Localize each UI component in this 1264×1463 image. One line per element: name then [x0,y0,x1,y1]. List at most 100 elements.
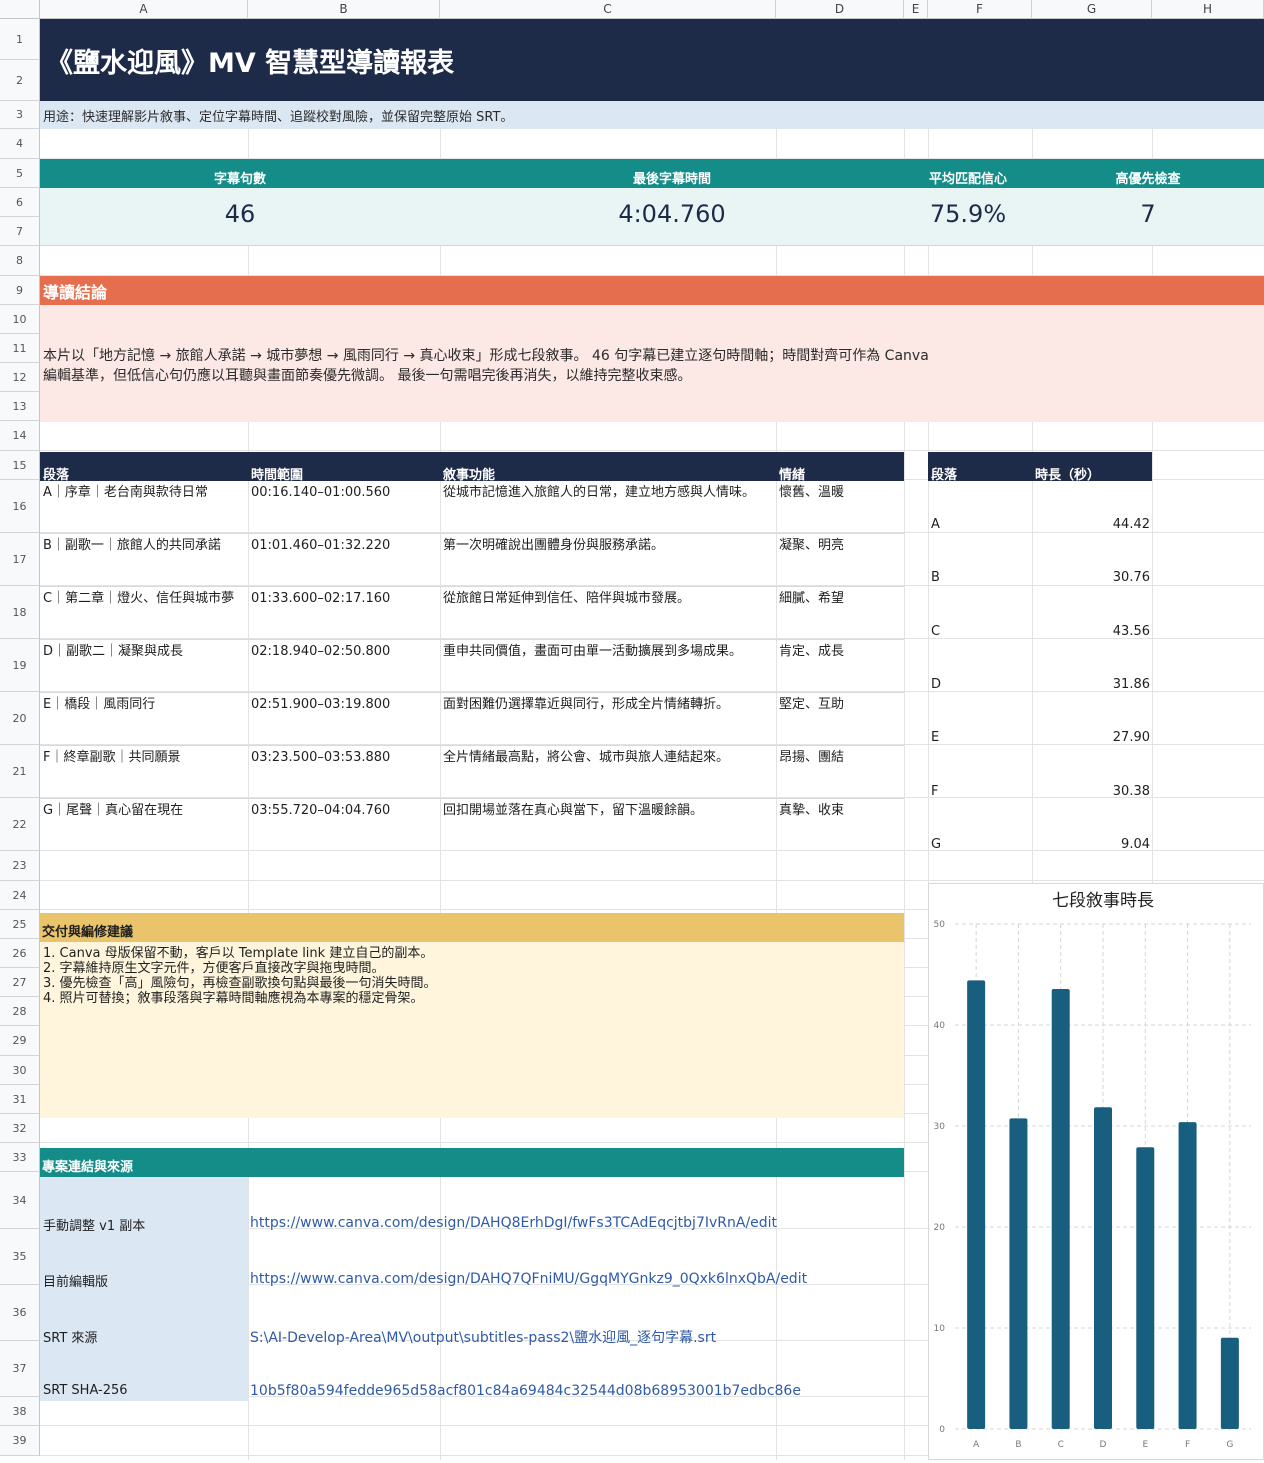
segment-name-cell: G｜尾聲｜真心留在現在 [43,803,184,818]
column-header-g[interactable]: G [1032,0,1152,19]
duration-bar-chart[interactable]: 七段敘事時長 0 10 20 30 40 50 A B C D E F G [928,883,1264,1460]
column-header-f[interactable]: F [928,0,1032,19]
duration-seconds-cell: 43.56 [1112,624,1150,639]
duration-segment-cell: G [931,837,942,852]
column-header-a[interactable]: A [40,0,248,19]
table-row-divider [40,533,904,534]
header-function: 敘事功能 [443,468,496,483]
chart-x-tick-label: F [1185,1440,1190,1450]
delivery-item: 1. Canva 母版保留不動，客戶以 Template link 建立自己的副… [43,946,434,961]
link-manual-copy-url[interactable]: https://www.canva.com/design/DAHQ8ErhDgI… [250,1215,777,1231]
table-row-divider [40,586,904,587]
row-header-25[interactable]: 25 [0,910,40,939]
segment-time-range-cell: 01:33.600–02:17.160 [251,591,391,606]
row-header-19[interactable]: 19 [0,639,40,692]
segment-name-cell: B｜副歌一｜旅館人的共同承諾 [43,538,221,553]
segment-mood-cell: 真摯、收束 [779,803,845,818]
row-header-12[interactable]: 12 [0,363,40,392]
row-header-31[interactable]: 31 [0,1085,40,1114]
row-header-21[interactable]: 21 [0,745,40,798]
select-all-corner[interactable] [0,0,40,19]
row-header-15[interactable]: 15 [0,451,40,480]
chart-bar-e[interactable] [1136,1147,1155,1429]
row-header-5[interactable]: 5 [0,159,40,188]
row-header-11[interactable]: 11 [0,334,40,363]
column-header-e[interactable]: E [904,0,928,19]
segment-mood-cell: 細膩、希望 [779,591,845,606]
chart-bar-b[interactable] [1009,1118,1028,1429]
column-header-c[interactable]: C [440,0,776,19]
row-header-26[interactable]: 26 [0,939,40,968]
header-duration-segment: 段落 [931,468,958,483]
table-row-divider [40,639,904,640]
row-header-35[interactable]: 35 [0,1229,40,1285]
row-header-14[interactable]: 14 [0,421,40,451]
chart-x-tick-label: B [1015,1440,1021,1450]
row-header-2[interactable]: 2 [0,60,40,101]
segment-name-cell: F｜終章副歌｜共同願景 [43,750,181,765]
row-header-36[interactable]: 36 [0,1285,40,1341]
row-header-28[interactable]: 28 [0,997,40,1026]
link-srt-hash-value[interactable]: 10b5f80a594fedde965d58acf801c84a69484c32… [250,1383,801,1399]
row-header-39[interactable]: 39 [0,1426,40,1456]
row-header-16[interactable]: 16 [0,480,40,533]
report-title: 《鹽水迎風》MV 智慧型導讀報表 [40,19,1264,101]
row-header-20[interactable]: 20 [0,692,40,745]
delivery-heading: 交付與編修建議 [40,913,904,942]
kpi-label-avg-confidence: 平均匹配信心 [928,172,1007,187]
row-header-13[interactable]: 13 [0,392,40,421]
row-header-34[interactable]: 34 [0,1172,40,1229]
row-header-24[interactable]: 24 [0,881,40,910]
row-header-1[interactable]: 1 [0,19,40,60]
segment-function-cell: 第一次明確說出團體身份與服務承諾。 [443,538,665,553]
row-header-4[interactable]: 4 [0,129,40,159]
chart-bar-c[interactable] [1051,989,1070,1429]
chart-bar-a[interactable] [967,980,986,1429]
link-label-srt-hash: SRT SHA-256 [43,1383,128,1398]
chart-y-tick-label: 0 [939,1425,945,1435]
chart-bar-d[interactable] [1094,1107,1112,1429]
table-row-divider [40,745,904,746]
row-header-8[interactable]: 8 [0,246,40,276]
chart-y-tick-label: 50 [934,920,946,930]
row-header-29[interactable]: 29 [0,1026,40,1056]
segment-time-range-cell: 00:16.140–01:00.560 [251,485,391,500]
row-header-32[interactable]: 32 [0,1114,40,1143]
segment-mood-cell: 懷舊、溫暖 [779,485,845,500]
row-header-30[interactable]: 30 [0,1056,40,1085]
row-header-3[interactable]: 3 [0,101,40,129]
delivery-list: 1. Canva 母版保留不動，客戶以 Template link 建立自己的副… [43,946,437,1006]
row-header-22[interactable]: 22 [0,798,40,851]
row-header-17[interactable]: 17 [0,533,40,586]
row-header-7[interactable]: 7 [0,217,40,246]
row-header-9[interactable]: 9 [0,276,40,305]
link-label-manual-copy: 手動調整 v1 副本 [43,1219,146,1234]
duration-segment-cell: E [931,730,940,745]
table-row-divider [40,798,904,799]
conclusion-line-2: 編輯基準，但低信心句仍應以耳聽與畫面節奏優先微調。 最後一句需唱完後再消失，以維… [43,368,692,384]
chart-bar-g[interactable] [1220,1337,1239,1429]
column-header-h[interactable]: H [1152,0,1264,19]
duration-seconds-cell: 31.86 [1112,677,1150,692]
row-header-27[interactable]: 27 [0,968,40,997]
duration-seconds-cell: 30.76 [1112,570,1150,585]
chart-canvas: 七段敘事時長 0 10 20 30 40 50 A B C D E F G [934,891,1251,1450]
delivery-item: 4. 照片可替換；敘事段落與字幕時間軸應視為本專案的穩定骨架。 [43,991,424,1006]
chart-x-tick-label: D [1100,1440,1107,1450]
delivery-item: 2. 字幕維持原生文字元件，方便客戶直接改字與拖曳時間。 [43,961,385,976]
link-srt-source-path[interactable]: S:\AI-Develop-Area\MV\output\subtitles-p… [250,1327,716,1347]
row-header-10[interactable]: 10 [0,305,40,334]
column-header-b[interactable]: B [248,0,440,19]
duration-segment-cell: F [931,784,939,799]
chart-bar-f[interactable] [1178,1122,1197,1429]
links-heading: 專案連結與來源 [40,1148,904,1177]
row-header-23[interactable]: 23 [0,851,40,881]
row-header-33[interactable]: 33 [0,1143,40,1172]
row-header-18[interactable]: 18 [0,586,40,639]
row-header-37[interactable]: 37 [0,1341,40,1397]
conclusion-heading: 導讀結論 [40,276,1264,305]
row-header-38[interactable]: 38 [0,1397,40,1426]
row-header-6[interactable]: 6 [0,188,40,217]
link-current-edit-url[interactable]: https://www.canva.com/design/DAHQ7QFniMU… [250,1271,807,1287]
column-header-d[interactable]: D [776,0,904,19]
